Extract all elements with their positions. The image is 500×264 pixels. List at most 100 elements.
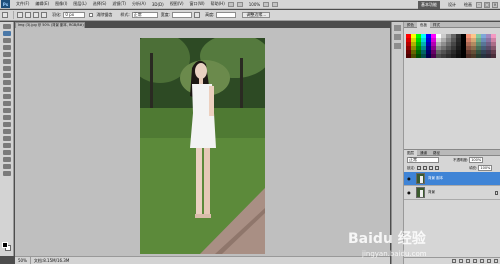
3d-rotate-tool-icon[interactable] bbox=[3, 150, 11, 155]
color-swatch[interactable] bbox=[491, 54, 496, 58]
photoshop-logo: Ps bbox=[1, 0, 10, 8]
zoom-field[interactable]: 50% bbox=[15, 257, 31, 264]
fill-input[interactable]: 100% bbox=[478, 165, 493, 171]
zoom-level[interactable]: 100% bbox=[249, 2, 260, 7]
quick-select-tool-icon[interactable] bbox=[3, 45, 11, 50]
close-icon[interactable]: × bbox=[492, 1, 498, 8]
minimize-icon[interactable]: - bbox=[476, 1, 482, 8]
clone-stamp-tool-icon[interactable] bbox=[3, 80, 11, 85]
blend-mode-select[interactable]: 正常 bbox=[407, 157, 439, 163]
menu-help[interactable]: 帮助(H) bbox=[211, 1, 225, 7]
options-bar: 羽化: 0 px 消除锯齿 样式: 正常 宽度: 高度: 调整边缘... bbox=[0, 10, 500, 21]
marquee-preset-icon[interactable] bbox=[2, 12, 8, 18]
menu-view[interactable]: 视图(V) bbox=[170, 1, 184, 7]
menu-select[interactable]: 选择(S) bbox=[93, 1, 107, 7]
style-label: 样式: bbox=[120, 12, 130, 17]
foreground-color-swatch[interactable] bbox=[2, 242, 8, 248]
layer-thumbnail bbox=[416, 173, 425, 184]
arrange-documents-icon[interactable] bbox=[272, 1, 279, 7]
opacity-input[interactable]: 100% bbox=[469, 157, 484, 163]
layer-row[interactable]: ● 背景 副本 bbox=[404, 172, 500, 186]
maximize-icon[interactable]: □ bbox=[484, 1, 490, 8]
tab-channels[interactable]: 通道 bbox=[417, 150, 430, 156]
zoom-tool-icon[interactable] bbox=[3, 171, 11, 176]
lock-transparent-icon[interactable] bbox=[417, 166, 422, 170]
toolbox bbox=[0, 22, 14, 256]
eye-icon[interactable]: ● bbox=[406, 176, 412, 181]
workspace-essentials[interactable]: 基本功能 bbox=[418, 0, 440, 9]
menu-window[interactable]: 窗口(W) bbox=[190, 1, 205, 7]
layer-style-icon[interactable] bbox=[459, 259, 463, 263]
eraser-tool-icon[interactable] bbox=[3, 94, 11, 99]
layers-panel: 图层 通道 路径 正常 不透明度: 100% 锁定: 填充: 100% ● 背景… bbox=[404, 149, 500, 264]
photo-image bbox=[140, 38, 265, 254]
trash-icon[interactable] bbox=[494, 259, 498, 263]
tab-swatches[interactable]: 色板 bbox=[417, 21, 430, 28]
refine-edge-button[interactable]: 调整边缘... bbox=[242, 12, 271, 18]
blur-tool-icon[interactable] bbox=[3, 108, 11, 113]
width-input[interactable] bbox=[172, 12, 193, 18]
path-select-tool-icon[interactable] bbox=[3, 136, 11, 141]
subtract-selection-icon[interactable] bbox=[33, 12, 39, 18]
history-brush-tool-icon[interactable] bbox=[3, 87, 11, 92]
style-select[interactable]: 正常 bbox=[131, 12, 158, 18]
link-layers-icon[interactable] bbox=[452, 259, 456, 263]
tab-paths[interactable]: 路径 bbox=[430, 150, 443, 156]
eye-icon[interactable]: ● bbox=[406, 190, 412, 195]
brush-tool-icon[interactable] bbox=[3, 73, 11, 78]
fill-label: 填充: bbox=[469, 165, 478, 170]
history-panel-icon[interactable] bbox=[394, 25, 401, 31]
add-selection-icon[interactable] bbox=[25, 12, 31, 18]
feather-input[interactable]: 0 px bbox=[63, 12, 86, 18]
menu-3d[interactable]: 3D(D) bbox=[152, 2, 164, 7]
properties-panel-icon[interactable] bbox=[394, 34, 401, 40]
add-mask-icon[interactable] bbox=[466, 259, 470, 263]
type-tool-icon[interactable] bbox=[3, 129, 11, 134]
canvas-area bbox=[15, 28, 390, 256]
bridge-icon[interactable] bbox=[227, 1, 234, 7]
blend-row: 正常 不透明度: 100% bbox=[404, 156, 500, 164]
dodge-tool-icon[interactable] bbox=[3, 115, 11, 120]
workspace-switcher: 基本功能 设计 绘画 - □ × bbox=[414, 0, 500, 9]
lasso-tool-icon[interactable] bbox=[3, 38, 11, 43]
lock-pixels-icon[interactable] bbox=[423, 166, 428, 170]
feather-label: 羽化: bbox=[52, 12, 62, 17]
3d-orbit-tool-icon[interactable] bbox=[3, 157, 11, 162]
adjustments-panel-icon[interactable] bbox=[394, 43, 401, 49]
menu-layer[interactable]: 图层(L) bbox=[73, 1, 86, 7]
hand-icon[interactable] bbox=[263, 1, 270, 7]
layer-row[interactable]: ● 背景 bbox=[404, 186, 500, 200]
new-group-icon[interactable] bbox=[480, 259, 484, 263]
menu-image[interactable]: 图像(I) bbox=[55, 1, 67, 7]
tab-layers[interactable]: 图层 bbox=[404, 149, 417, 156]
menu-analysis[interactable]: 分析(A) bbox=[132, 1, 146, 7]
menu-edit[interactable]: 编辑(E) bbox=[35, 1, 49, 7]
lock-position-icon[interactable] bbox=[429, 166, 434, 170]
layer-name: 背景 副本 bbox=[428, 176, 444, 180]
eyedropper-tool-icon[interactable] bbox=[3, 59, 11, 64]
tab-styles[interactable]: 样式 bbox=[430, 22, 443, 28]
gradient-tool-icon[interactable] bbox=[3, 101, 11, 106]
adjustment-layer-icon[interactable] bbox=[473, 259, 477, 263]
intersect-selection-icon[interactable] bbox=[41, 12, 47, 18]
move-tool-icon[interactable] bbox=[3, 24, 11, 29]
hand-tool-icon[interactable] bbox=[3, 164, 11, 169]
swap-icon[interactable] bbox=[194, 12, 201, 18]
shape-tool-icon[interactable] bbox=[3, 143, 11, 148]
workspace-painting[interactable]: 绘画 bbox=[464, 2, 472, 8]
minibridge-icon[interactable] bbox=[236, 1, 243, 7]
menu-file[interactable]: 文件(F) bbox=[16, 1, 29, 7]
healing-brush-tool-icon[interactable] bbox=[3, 66, 11, 71]
tab-color[interactable]: 颜色 bbox=[404, 22, 417, 28]
marquee-tool-icon[interactable] bbox=[3, 31, 11, 36]
workspace-design[interactable]: 设计 bbox=[448, 2, 456, 8]
pen-tool-icon[interactable] bbox=[3, 122, 11, 127]
antialias-checkbox[interactable] bbox=[89, 13, 94, 17]
lock-all-icon[interactable] bbox=[435, 166, 440, 170]
height-input[interactable] bbox=[216, 12, 237, 18]
new-layer-icon[interactable] bbox=[487, 259, 491, 263]
menu-bar: Ps 文件(F) 编辑(E) 图像(I) 图层(L) 选择(S) 滤镜(T) 分… bbox=[0, 0, 500, 9]
menu-filter[interactable]: 滤镜(T) bbox=[112, 1, 126, 7]
new-selection-icon[interactable] bbox=[17, 12, 23, 18]
crop-tool-icon[interactable] bbox=[3, 52, 11, 57]
